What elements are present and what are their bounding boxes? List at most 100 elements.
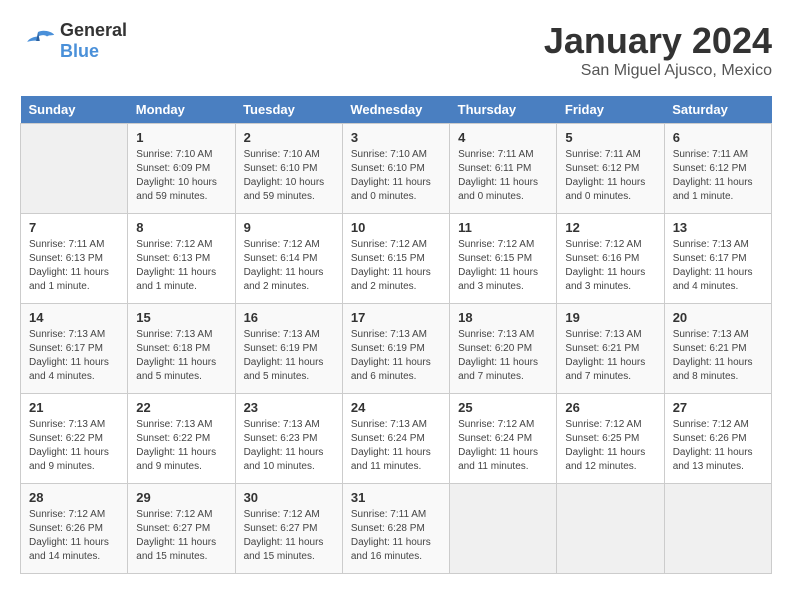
calendar-cell	[664, 484, 771, 574]
day-info: Sunrise: 7:13 AM Sunset: 6:21 PM Dayligh…	[673, 328, 763, 384]
day-number: 3	[351, 130, 441, 145]
day-info: Sunrise: 7:10 AM Sunset: 6:09 PM Dayligh…	[136, 148, 226, 204]
day-info: Sunrise: 7:13 AM Sunset: 6:19 PM Dayligh…	[351, 328, 441, 384]
calendar-cell: 31 Sunrise: 7:11 AM Sunset: 6:28 PM Dayli…	[342, 484, 449, 574]
day-info: Sunrise: 7:13 AM Sunset: 6:17 PM Dayligh…	[29, 328, 119, 384]
calendar-table: SundayMondayTuesdayWednesdayThursdayFrid…	[20, 96, 772, 574]
calendar-cell: 4Sunrise: 7:11 AM Sunset: 6:11 PM Daylig…	[450, 124, 557, 214]
day-number: 26	[565, 400, 655, 415]
calendar-cell: 25Sunrise: 7:12 AM Sunset: 6:24 PM Dayli…	[450, 394, 557, 484]
day-number: 15	[136, 310, 226, 325]
day-number: 2	[244, 130, 334, 145]
day-number: 1	[136, 130, 226, 145]
day-info: Sunrise: 7:11 AM Sunset: 6:28 PM Dayligh…	[351, 508, 441, 564]
day-number: 4	[458, 130, 548, 145]
day-number: 20	[673, 310, 763, 325]
day-info: Sunrise: 7:12 AM Sunset: 6:27 PM Dayligh…	[244, 508, 334, 564]
calendar-cell: 12Sunrise: 7:12 AM Sunset: 6:16 PM Dayli…	[557, 214, 664, 304]
day-info: Sunrise: 7:12 AM Sunset: 6:15 PM Dayligh…	[351, 238, 441, 294]
day-number: 11	[458, 220, 548, 235]
calendar-cell: 13 Sunrise: 7:13 AM Sunset: 6:17 PM Dayli…	[664, 214, 771, 304]
day-number: 8	[136, 220, 226, 235]
calendar-cell: 15 Sunrise: 7:13 AM Sunset: 6:18 PM Dayli…	[128, 304, 235, 394]
calendar-cell: 14Sunrise: 7:13 AM Sunset: 6:17 PM Dayli…	[21, 304, 128, 394]
day-number: 17	[351, 310, 441, 325]
calendar-cell: 10 Sunrise: 7:12 AM Sunset: 6:15 PM Dayli…	[342, 214, 449, 304]
day-info: Sunrise: 7:13 AM Sunset: 6:22 PM Dayligh…	[29, 418, 119, 474]
day-info: Sunrise: 7:13 AM Sunset: 6:20 PM Dayligh…	[458, 328, 548, 384]
calendar-cell: 26 Sunrise: 7:12 AM Sunset: 6:25 PM Dayli…	[557, 394, 664, 484]
day-number: 31	[351, 490, 441, 505]
day-number: 22	[136, 400, 226, 415]
calendar-cell: 27Sunrise: 7:12 AM Sunset: 6:26 PM Dayli…	[664, 394, 771, 484]
weekday-header-friday: Friday	[557, 96, 664, 124]
day-number: 5	[565, 130, 655, 145]
calendar-cell: 23 Sunrise: 7:13 AM Sunset: 6:23 PM Dayli…	[235, 394, 342, 484]
logo-bird-icon	[20, 27, 56, 55]
day-info: Sunrise: 7:12 AM Sunset: 6:26 PM Dayligh…	[673, 418, 763, 474]
weekday-header-monday: Monday	[128, 96, 235, 124]
calendar-cell: 2 Sunrise: 7:10 AM Sunset: 6:10 PM Daylig…	[235, 124, 342, 214]
day-info: Sunrise: 7:12 AM Sunset: 6:27 PM Dayligh…	[136, 508, 226, 564]
day-number: 9	[244, 220, 334, 235]
day-info: Sunrise: 7:13 AM Sunset: 6:19 PM Dayligh…	[244, 328, 334, 384]
calendar-cell: 19 Sunrise: 7:13 AM Sunset: 6:21 PM Dayli…	[557, 304, 664, 394]
day-number: 19	[565, 310, 655, 325]
day-info: Sunrise: 7:13 AM Sunset: 6:18 PM Dayligh…	[136, 328, 226, 384]
day-number: 30	[244, 490, 334, 505]
day-number: 24	[351, 400, 441, 415]
calendar-cell: 20 Sunrise: 7:13 AM Sunset: 6:21 PM Dayli…	[664, 304, 771, 394]
day-info: Sunrise: 7:13 AM Sunset: 6:22 PM Dayligh…	[136, 418, 226, 474]
calendar-cell: 9 Sunrise: 7:12 AM Sunset: 6:14 PM Daylig…	[235, 214, 342, 304]
day-info: Sunrise: 7:11 AM Sunset: 6:13 PM Dayligh…	[29, 238, 119, 294]
header: General Blue January 2024 San Miguel Aju…	[20, 20, 772, 80]
day-number: 21	[29, 400, 119, 415]
weekday-header-thursday: Thursday	[450, 96, 557, 124]
calendar-cell: 16 Sunrise: 7:13 AM Sunset: 6:19 PM Dayli…	[235, 304, 342, 394]
calendar-cell: 5 Sunrise: 7:11 AM Sunset: 6:12 PM Daylig…	[557, 124, 664, 214]
calendar-cell: 28Sunrise: 7:12 AM Sunset: 6:26 PM Dayli…	[21, 484, 128, 574]
day-info: Sunrise: 7:13 AM Sunset: 6:21 PM Dayligh…	[565, 328, 655, 384]
day-info: Sunrise: 7:12 AM Sunset: 6:15 PM Dayligh…	[458, 238, 548, 294]
calendar-cell: 24 Sunrise: 7:13 AM Sunset: 6:24 PM Dayli…	[342, 394, 449, 484]
day-info: Sunrise: 7:13 AM Sunset: 6:17 PM Dayligh…	[673, 238, 763, 294]
day-info: Sunrise: 7:12 AM Sunset: 6:14 PM Dayligh…	[244, 238, 334, 294]
location-subtitle: San Miguel Ajusco, Mexico	[544, 62, 772, 80]
calendar-cell: 7Sunrise: 7:11 AM Sunset: 6:13 PM Daylig…	[21, 214, 128, 304]
day-info: Sunrise: 7:11 AM Sunset: 6:12 PM Dayligh…	[673, 148, 763, 204]
day-info: Sunrise: 7:12 AM Sunset: 6:26 PM Dayligh…	[29, 508, 119, 564]
calendar-cell: 6 Sunrise: 7:11 AM Sunset: 6:12 PM Daylig…	[664, 124, 771, 214]
month-year-title: January 2024	[544, 20, 772, 62]
logo: General Blue	[20, 20, 127, 62]
calendar-cell: 22 Sunrise: 7:13 AM Sunset: 6:22 PM Dayli…	[128, 394, 235, 484]
day-number: 23	[244, 400, 334, 415]
day-number: 13	[673, 220, 763, 235]
day-info: Sunrise: 7:13 AM Sunset: 6:24 PM Dayligh…	[351, 418, 441, 474]
calendar-cell: 8 Sunrise: 7:12 AM Sunset: 6:13 PM Daylig…	[128, 214, 235, 304]
calendar-cell: 18 Sunrise: 7:13 AM Sunset: 6:20 PM Dayli…	[450, 304, 557, 394]
day-number: 12	[565, 220, 655, 235]
calendar-cell: 21 Sunrise: 7:13 AM Sunset: 6:22 PM Dayli…	[21, 394, 128, 484]
logo-text: General Blue	[60, 20, 127, 62]
calendar-cell: 29 Sunrise: 7:12 AM Sunset: 6:27 PM Dayli…	[128, 484, 235, 574]
day-info: Sunrise: 7:12 AM Sunset: 6:25 PM Dayligh…	[565, 418, 655, 474]
calendar-cell: 3 Sunrise: 7:10 AM Sunset: 6:10 PM Daylig…	[342, 124, 449, 214]
day-number: 6	[673, 130, 763, 145]
weekday-header-wednesday: Wednesday	[342, 96, 449, 124]
day-info: Sunrise: 7:10 AM Sunset: 6:10 PM Dayligh…	[351, 148, 441, 204]
day-number: 10	[351, 220, 441, 235]
day-number: 25	[458, 400, 548, 415]
calendar-cell: 30 Sunrise: 7:12 AM Sunset: 6:27 PM Dayli…	[235, 484, 342, 574]
day-info: Sunrise: 7:10 AM Sunset: 6:10 PM Dayligh…	[244, 148, 334, 204]
day-number: 29	[136, 490, 226, 505]
day-number: 16	[244, 310, 334, 325]
calendar-cell	[557, 484, 664, 574]
calendar-cell: 1 Sunrise: 7:10 AM Sunset: 6:09 PM Daylig…	[128, 124, 235, 214]
day-info: Sunrise: 7:12 AM Sunset: 6:13 PM Dayligh…	[136, 238, 226, 294]
calendar-cell	[450, 484, 557, 574]
day-number: 18	[458, 310, 548, 325]
day-info: Sunrise: 7:11 AM Sunset: 6:12 PM Dayligh…	[565, 148, 655, 204]
calendar-cell: 11 Sunrise: 7:12 AM Sunset: 6:15 PM Dayli…	[450, 214, 557, 304]
day-info: Sunrise: 7:13 AM Sunset: 6:23 PM Dayligh…	[244, 418, 334, 474]
weekday-header-tuesday: Tuesday	[235, 96, 342, 124]
